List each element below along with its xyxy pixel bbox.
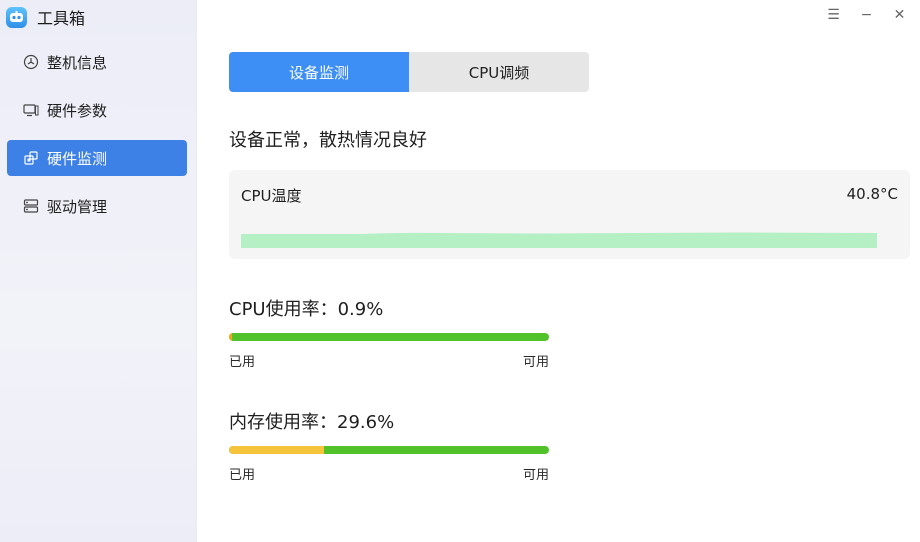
cpu-free-label: 可用 [522,355,549,370]
memory-usage-bar-used [229,446,324,454]
cpu-usage-bar-used [229,333,232,341]
app-window: 工具箱 整机信息 硬件参数 硬件监测 驱动管理 ☰ − ✕ 设备监测 CPU调频… [0,0,920,542]
cpu-temp-card: CPU温度 40.8°C [229,170,910,259]
tab-bar: 设备监测 CPU调频 [229,52,589,92]
memory-usage-section: 内存使用率：29.6% 已用 可用 [229,408,549,483]
sidebar-item-label: 硬件监测 [47,149,108,168]
cpu-temp-value: 40.8°C [846,185,898,203]
cpu-used-label: 已用 [229,355,256,370]
sidebar-item-label: 整机信息 [47,53,108,72]
minimize-icon[interactable]: − [850,4,883,26]
main-content: ☰ − ✕ 设备监测 CPU调频 设备正常，散热情况良好 CPU温度 40.8°… [197,0,920,542]
sidebar-nav: 整机信息 硬件参数 硬件监测 驱动管理 [7,44,187,236]
cpu-usage-title: CPU使用率：0.9% [229,299,384,320]
chip-icon [23,150,39,166]
sidebar-item-hardware-params[interactable]: 硬件参数 [7,92,187,128]
sidebar: 工具箱 整机信息 硬件参数 硬件监测 驱动管理 [0,0,197,542]
cpu-temp-graph [241,232,877,248]
cpu-temp-label: CPU温度 [241,187,302,205]
monitor-icon [23,102,39,118]
app-title: 工具箱 [37,9,86,28]
app-header: 工具箱 [6,6,85,28]
memory-usage-title: 内存使用率：29.6% [229,412,395,433]
memory-used-label: 已用 [229,468,256,483]
cpu-usage-legend: 已用 可用 [229,351,549,370]
sidebar-item-hardware-monitor[interactable]: 硬件监测 [7,140,187,176]
close-icon[interactable]: ✕ [883,4,916,26]
memory-usage-legend: 已用 可用 [229,464,549,483]
memory-free-label: 可用 [522,468,549,483]
cpu-usage-bar [229,333,549,341]
memory-usage-bar [229,446,549,454]
tab-cpu-frequency[interactable]: CPU调频 [409,52,589,92]
sidebar-item-label: 硬件参数 [47,101,108,120]
window-controls: ☰ − ✕ [817,4,916,26]
sidebar-item-driver-manager[interactable]: 驱动管理 [7,188,187,224]
server-icon [23,198,39,214]
tab-device-monitor[interactable]: 设备监测 [229,52,409,92]
clock-icon [23,54,39,70]
sidebar-item-system-info[interactable]: 整机信息 [7,44,187,80]
device-status-text: 设备正常，散热情况良好 [229,130,427,151]
sidebar-item-label: 驱动管理 [47,197,108,216]
cpu-temp-graph-area [241,232,877,248]
menu-icon[interactable]: ☰ [817,4,850,26]
toolbox-logo-icon [6,6,27,28]
cpu-usage-section: CPU使用率：0.9% 已用 可用 [229,295,549,370]
